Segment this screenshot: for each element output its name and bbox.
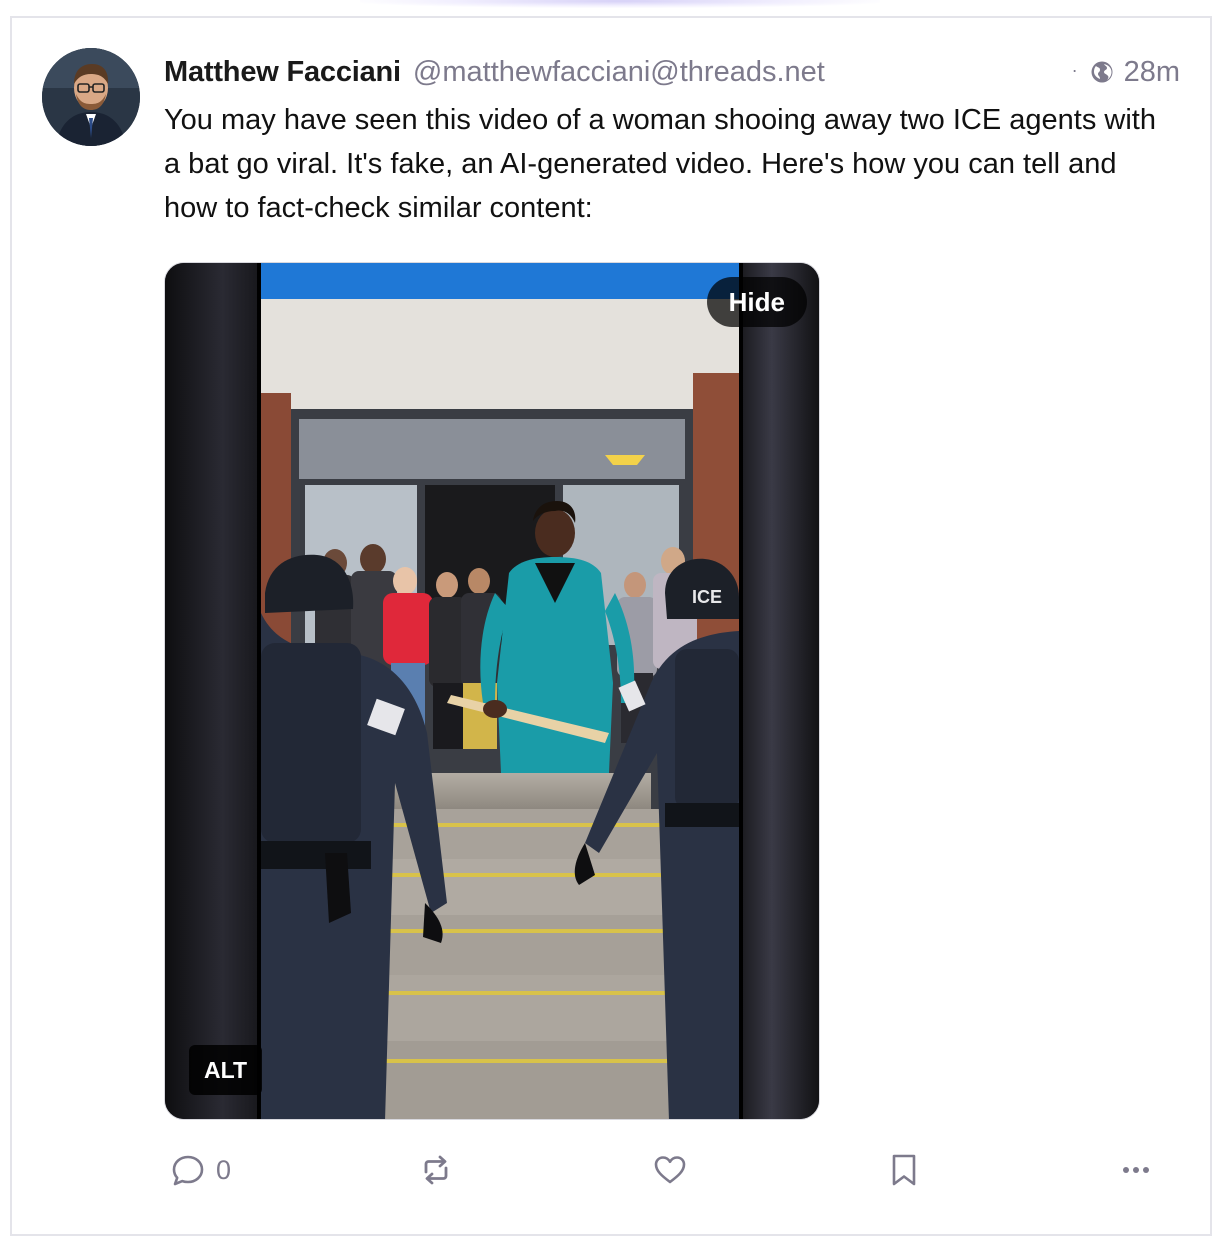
boost-button[interactable] xyxy=(418,1146,454,1194)
reply-count: 0 xyxy=(216,1154,232,1185)
repost-icon xyxy=(424,1155,448,1185)
video-thumbnail: ICE xyxy=(165,263,819,1119)
person-avatar-icon xyxy=(42,48,140,146)
favourite-button[interactable] xyxy=(652,1146,688,1194)
alt-text-badge[interactable]: ALT xyxy=(189,1045,263,1095)
author-display-name[interactable]: Matthew Facciani xyxy=(164,56,401,89)
author-avatar[interactable] xyxy=(42,48,140,146)
globe-icon xyxy=(1091,61,1113,83)
top-glow xyxy=(360,0,880,8)
ellipsis-icon xyxy=(1123,1167,1149,1173)
post-actions-bar: 0 xyxy=(164,1146,1164,1194)
heart-icon xyxy=(654,1156,686,1184)
reply-button[interactable]: 0 xyxy=(170,1146,231,1194)
post-meta: · 28m xyxy=(1072,56,1180,89)
post-header: Matthew Facciani @matthewfacciani@thread… xyxy=(164,52,1180,92)
bookmark-icon xyxy=(892,1154,916,1186)
bookmark-button[interactable] xyxy=(886,1146,922,1194)
post-age[interactable]: 28m xyxy=(1124,56,1180,89)
post-content: You may have seen this video of a woman … xyxy=(164,104,1156,224)
speech-bubble-icon xyxy=(172,1155,204,1186)
meta-separator: · xyxy=(1071,59,1078,80)
author-handle[interactable]: @matthewfacciani@threads.net xyxy=(413,56,825,89)
hide-media-button[interactable]: Hide xyxy=(706,277,807,327)
more-options-button[interactable] xyxy=(1118,1146,1154,1194)
ice-helmet-label: ICE xyxy=(692,587,722,607)
media-attachment[interactable]: ICE Hide ALT xyxy=(164,262,820,1120)
